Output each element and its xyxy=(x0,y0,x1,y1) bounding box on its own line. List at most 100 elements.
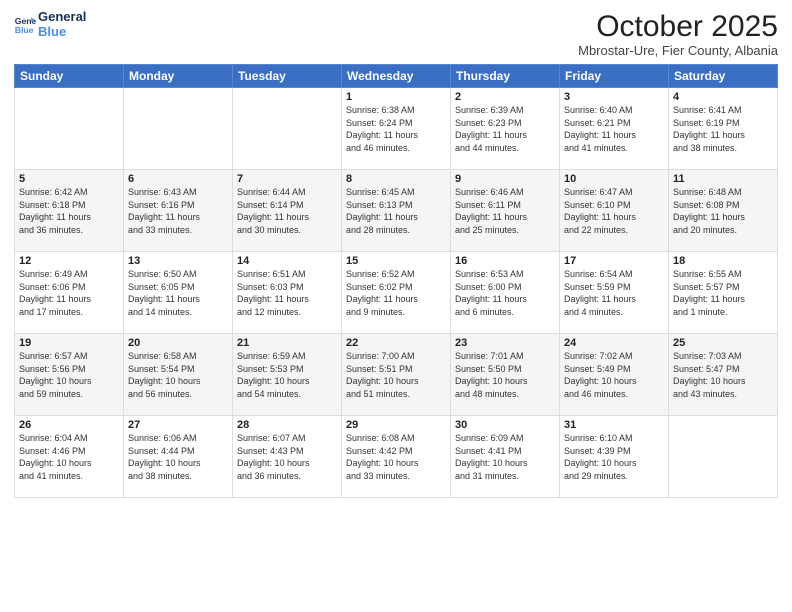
day-info: Sunrise: 6:07 AM Sunset: 4:43 PM Dayligh… xyxy=(237,432,337,482)
day-number: 12 xyxy=(19,255,119,267)
calendar-cell: 12Sunrise: 6:49 AM Sunset: 6:06 PM Dayli… xyxy=(15,252,124,334)
day-info: Sunrise: 7:02 AM Sunset: 5:49 PM Dayligh… xyxy=(564,350,664,400)
day-info: Sunrise: 7:03 AM Sunset: 5:47 PM Dayligh… xyxy=(673,350,773,400)
day-info: Sunrise: 6:10 AM Sunset: 4:39 PM Dayligh… xyxy=(564,432,664,482)
header-saturday: Saturday xyxy=(669,65,778,88)
calendar-cell: 17Sunrise: 6:54 AM Sunset: 5:59 PM Dayli… xyxy=(560,252,669,334)
day-info: Sunrise: 6:44 AM Sunset: 6:14 PM Dayligh… xyxy=(237,186,337,236)
day-number: 7 xyxy=(237,173,337,185)
calendar-cell: 25Sunrise: 7:03 AM Sunset: 5:47 PM Dayli… xyxy=(669,334,778,416)
header-friday: Friday xyxy=(560,65,669,88)
svg-text:Blue: Blue xyxy=(15,25,34,35)
header-monday: Monday xyxy=(124,65,233,88)
day-number: 19 xyxy=(19,337,119,349)
day-info: Sunrise: 6:47 AM Sunset: 6:10 PM Dayligh… xyxy=(564,186,664,236)
day-info: Sunrise: 6:49 AM Sunset: 6:06 PM Dayligh… xyxy=(19,268,119,318)
logo-icon: General Blue xyxy=(14,14,36,36)
calendar-cell: 27Sunrise: 6:06 AM Sunset: 4:44 PM Dayli… xyxy=(124,416,233,498)
day-number: 23 xyxy=(455,337,555,349)
location-subtitle: Mbrostar-Ure, Fier County, Albania xyxy=(578,43,778,58)
page: General Blue General Blue October 2025 M… xyxy=(0,0,792,612)
day-number: 15 xyxy=(346,255,446,267)
calendar-cell: 14Sunrise: 6:51 AM Sunset: 6:03 PM Dayli… xyxy=(233,252,342,334)
day-number: 14 xyxy=(237,255,337,267)
day-number: 18 xyxy=(673,255,773,267)
calendar-cell: 18Sunrise: 6:55 AM Sunset: 5:57 PM Dayli… xyxy=(669,252,778,334)
day-number: 20 xyxy=(128,337,228,349)
calendar-week-row: 19Sunrise: 6:57 AM Sunset: 5:56 PM Dayli… xyxy=(15,334,778,416)
day-info: Sunrise: 6:53 AM Sunset: 6:00 PM Dayligh… xyxy=(455,268,555,318)
calendar-cell: 30Sunrise: 6:09 AM Sunset: 4:41 PM Dayli… xyxy=(451,416,560,498)
calendar-cell: 28Sunrise: 6:07 AM Sunset: 4:43 PM Dayli… xyxy=(233,416,342,498)
day-info: Sunrise: 6:40 AM Sunset: 6:21 PM Dayligh… xyxy=(564,104,664,154)
calendar-cell: 4Sunrise: 6:41 AM Sunset: 6:19 PM Daylig… xyxy=(669,88,778,170)
title-block: October 2025 Mbrostar-Ure, Fier County, … xyxy=(578,10,778,58)
day-number: 9 xyxy=(455,173,555,185)
calendar-week-row: 12Sunrise: 6:49 AM Sunset: 6:06 PM Dayli… xyxy=(15,252,778,334)
header-tuesday: Tuesday xyxy=(233,65,342,88)
day-info: Sunrise: 6:52 AM Sunset: 6:02 PM Dayligh… xyxy=(346,268,446,318)
day-info: Sunrise: 6:57 AM Sunset: 5:56 PM Dayligh… xyxy=(19,350,119,400)
day-info: Sunrise: 6:39 AM Sunset: 6:23 PM Dayligh… xyxy=(455,104,555,154)
day-info: Sunrise: 6:08 AM Sunset: 4:42 PM Dayligh… xyxy=(346,432,446,482)
calendar-cell: 16Sunrise: 6:53 AM Sunset: 6:00 PM Dayli… xyxy=(451,252,560,334)
calendar-cell: 21Sunrise: 6:59 AM Sunset: 5:53 PM Dayli… xyxy=(233,334,342,416)
month-title: October 2025 xyxy=(578,10,778,43)
day-number: 21 xyxy=(237,337,337,349)
day-number: 31 xyxy=(564,419,664,431)
calendar-table: SundayMondayTuesdayWednesdayThursdayFrid… xyxy=(14,64,778,498)
header: General Blue General Blue October 2025 M… xyxy=(14,10,778,58)
day-info: Sunrise: 6:42 AM Sunset: 6:18 PM Dayligh… xyxy=(19,186,119,236)
day-number: 25 xyxy=(673,337,773,349)
day-info: Sunrise: 6:45 AM Sunset: 6:13 PM Dayligh… xyxy=(346,186,446,236)
day-number: 8 xyxy=(346,173,446,185)
day-number: 11 xyxy=(673,173,773,185)
day-info: Sunrise: 7:01 AM Sunset: 5:50 PM Dayligh… xyxy=(455,350,555,400)
day-info: Sunrise: 7:00 AM Sunset: 5:51 PM Dayligh… xyxy=(346,350,446,400)
calendar-cell xyxy=(15,88,124,170)
calendar-cell: 22Sunrise: 7:00 AM Sunset: 5:51 PM Dayli… xyxy=(342,334,451,416)
day-info: Sunrise: 6:51 AM Sunset: 6:03 PM Dayligh… xyxy=(237,268,337,318)
calendar-cell xyxy=(233,88,342,170)
calendar-cell: 20Sunrise: 6:58 AM Sunset: 5:54 PM Dayli… xyxy=(124,334,233,416)
calendar-cell: 19Sunrise: 6:57 AM Sunset: 5:56 PM Dayli… xyxy=(15,334,124,416)
calendar-cell: 9Sunrise: 6:46 AM Sunset: 6:11 PM Daylig… xyxy=(451,170,560,252)
day-number: 24 xyxy=(564,337,664,349)
day-info: Sunrise: 6:54 AM Sunset: 5:59 PM Dayligh… xyxy=(564,268,664,318)
day-number: 3 xyxy=(564,91,664,103)
day-number: 29 xyxy=(346,419,446,431)
calendar-header-row: SundayMondayTuesdayWednesdayThursdayFrid… xyxy=(15,65,778,88)
calendar-cell: 11Sunrise: 6:48 AM Sunset: 6:08 PM Dayli… xyxy=(669,170,778,252)
day-info: Sunrise: 6:41 AM Sunset: 6:19 PM Dayligh… xyxy=(673,104,773,154)
calendar-cell: 2Sunrise: 6:39 AM Sunset: 6:23 PM Daylig… xyxy=(451,88,560,170)
day-info: Sunrise: 6:58 AM Sunset: 5:54 PM Dayligh… xyxy=(128,350,228,400)
calendar-cell: 29Sunrise: 6:08 AM Sunset: 4:42 PM Dayli… xyxy=(342,416,451,498)
day-info: Sunrise: 6:48 AM Sunset: 6:08 PM Dayligh… xyxy=(673,186,773,236)
day-info: Sunrise: 6:09 AM Sunset: 4:41 PM Dayligh… xyxy=(455,432,555,482)
day-number: 5 xyxy=(19,173,119,185)
day-info: Sunrise: 6:46 AM Sunset: 6:11 PM Dayligh… xyxy=(455,186,555,236)
header-wednesday: Wednesday xyxy=(342,65,451,88)
day-number: 1 xyxy=(346,91,446,103)
calendar-cell: 24Sunrise: 7:02 AM Sunset: 5:49 PM Dayli… xyxy=(560,334,669,416)
day-info: Sunrise: 6:55 AM Sunset: 5:57 PM Dayligh… xyxy=(673,268,773,318)
calendar-cell: 13Sunrise: 6:50 AM Sunset: 6:05 PM Dayli… xyxy=(124,252,233,334)
day-number: 4 xyxy=(673,91,773,103)
calendar-week-row: 26Sunrise: 6:04 AM Sunset: 4:46 PM Dayli… xyxy=(15,416,778,498)
calendar-cell: 1Sunrise: 6:38 AM Sunset: 6:24 PM Daylig… xyxy=(342,88,451,170)
day-number: 13 xyxy=(128,255,228,267)
day-number: 26 xyxy=(19,419,119,431)
day-info: Sunrise: 6:43 AM Sunset: 6:16 PM Dayligh… xyxy=(128,186,228,236)
calendar-cell: 7Sunrise: 6:44 AM Sunset: 6:14 PM Daylig… xyxy=(233,170,342,252)
calendar-cell: 6Sunrise: 6:43 AM Sunset: 6:16 PM Daylig… xyxy=(124,170,233,252)
logo-text-line2: Blue xyxy=(38,25,86,40)
day-number: 28 xyxy=(237,419,337,431)
calendar-cell: 15Sunrise: 6:52 AM Sunset: 6:02 PM Dayli… xyxy=(342,252,451,334)
day-info: Sunrise: 6:06 AM Sunset: 4:44 PM Dayligh… xyxy=(128,432,228,482)
header-sunday: Sunday xyxy=(15,65,124,88)
day-number: 22 xyxy=(346,337,446,349)
calendar-cell: 26Sunrise: 6:04 AM Sunset: 4:46 PM Dayli… xyxy=(15,416,124,498)
day-number: 10 xyxy=(564,173,664,185)
header-thursday: Thursday xyxy=(451,65,560,88)
calendar-cell xyxy=(124,88,233,170)
